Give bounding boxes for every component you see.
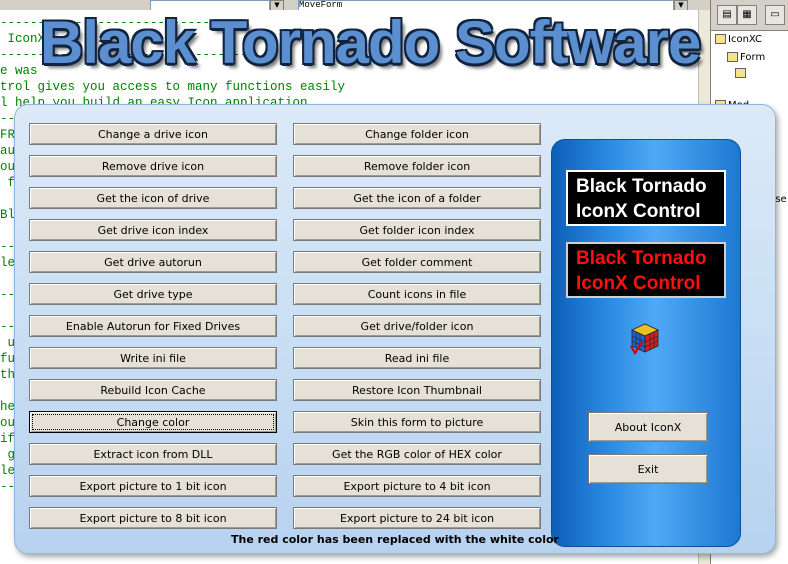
code-line: le (0, 464, 16, 478)
explorer-toolbar: ▤ ▦ ▭ (711, 0, 788, 31)
iconx-demo-window: Change a drive icon Remove drive icon Get … (14, 104, 776, 554)
folder-icon (735, 68, 746, 78)
side-panel: Black Tornado IconX Control Black Tornad… (551, 139, 741, 547)
code-line: u (0, 336, 16, 350)
folder-icon (715, 34, 726, 44)
get-drive-autorun-button[interactable]: Get drive autorun (29, 251, 277, 273)
code-line: -- (0, 288, 16, 302)
iconx-label-white: Black Tornado IconX Control (566, 170, 726, 226)
change-a-drive-icon-button[interactable]: Change a drive icon (29, 123, 277, 145)
restore-icon-thumbnail-button[interactable]: Restore Icon Thumbnail (293, 379, 541, 401)
code-line: le (0, 256, 16, 270)
code-line: if (0, 432, 16, 446)
export-picture-to-24-bit-icon-button[interactable]: Export picture to 24 bit icon (293, 507, 541, 529)
label-white-line-2: IconX Control (576, 201, 701, 222)
remove-drive-icon-button[interactable]: Remove drive icon (29, 155, 277, 177)
get-folder-comment-button[interactable]: Get folder comment (293, 251, 541, 273)
view-object-icon[interactable]: ▦ (737, 5, 757, 25)
code-line: -- (0, 480, 16, 494)
count-icons-in-file-button[interactable]: Count icons in file (293, 283, 541, 305)
about-iconx-button[interactable]: About IconX (588, 412, 708, 442)
tree-item[interactable]: IconXC (715, 34, 762, 45)
code-line: e was (0, 64, 46, 78)
extract-icon-from-dll-button[interactable]: Extract icon from DLL (29, 443, 277, 465)
iconx-label-red: Black Tornado IconX Control (566, 242, 726, 298)
get-the-icon-of-a-folder-button[interactable]: Get the icon of a folder (293, 187, 541, 209)
label-red-line-1: Black Tornado (576, 248, 707, 269)
view-code-icon[interactable]: ▤ (717, 5, 737, 25)
status-message: The red color has been replaced with the… (231, 533, 559, 546)
change-folder-icon-button[interactable]: Change folder icon (293, 123, 541, 145)
code-line: fu (0, 352, 16, 366)
rubiks-cube-icon (630, 323, 659, 356)
code-line: au (0, 144, 16, 158)
code-line: f (0, 176, 16, 190)
code-line: -- (0, 112, 16, 126)
tree-item[interactable]: Form (727, 52, 765, 63)
get-the-rgb-color-of-hex-color-button[interactable]: Get the RGB color of HEX color (293, 443, 541, 465)
rebuild-icon-cache-button[interactable]: Rebuild Icon Cache (29, 379, 277, 401)
folder-icon (727, 52, 738, 62)
label-white-line-1: Black Tornado (576, 176, 707, 197)
get-folder-icon-index-button[interactable]: Get folder icon index (293, 219, 541, 241)
read-ini-file-button[interactable]: Read ini file (293, 347, 541, 369)
code-line: Bl (0, 208, 16, 222)
write-ini-file-button[interactable]: Write ini file (29, 347, 277, 369)
code-line: th (0, 368, 16, 382)
remove-folder-icon-button[interactable]: Remove folder icon (293, 155, 541, 177)
code-line: -- (0, 320, 16, 334)
skin-this-form-to-picture-button[interactable]: Skin this form to picture (293, 411, 541, 433)
code-line: g (0, 448, 16, 462)
app-logo: Black Tornado Software (40, 9, 701, 76)
tree-item-label: IconXC (728, 34, 763, 45)
tree-item-label: Form (740, 52, 766, 63)
get-drive-folder-icon-button[interactable]: Get drive/folder icon (293, 315, 541, 337)
export-picture-to-8-bit-icon-button[interactable]: Export picture to 8 bit icon (29, 507, 277, 529)
get-the-icon-of-drive-button[interactable]: Get the icon of drive (29, 187, 277, 209)
export-picture-to-4-bit-icon-button[interactable]: Export picture to 4 bit icon (293, 475, 541, 497)
code-line: he (0, 400, 16, 414)
code-line: ou (0, 416, 16, 430)
get-drive-icon-index-button[interactable]: Get drive icon index (29, 219, 277, 241)
get-drive-type-button[interactable]: Get drive type (29, 283, 277, 305)
code-line: FR (0, 128, 16, 142)
code-line: ou (0, 160, 16, 174)
tree-item[interactable] (735, 68, 748, 79)
export-picture-to-1-bit-icon-button[interactable]: Export picture to 1 bit icon (29, 475, 277, 497)
exit-button[interactable]: Exit (588, 454, 708, 484)
code-line: trol gives you access to many functions … (0, 80, 346, 94)
change-color-button[interactable]: Change color (29, 411, 277, 433)
label-red-line-2: IconX Control (576, 273, 701, 294)
code-line: -- (0, 240, 16, 254)
enable-autorun-for-fixed-drives-button[interactable]: Enable Autorun for Fixed Drives (29, 315, 277, 337)
toggle-folders-icon[interactable]: ▭ (765, 5, 785, 25)
